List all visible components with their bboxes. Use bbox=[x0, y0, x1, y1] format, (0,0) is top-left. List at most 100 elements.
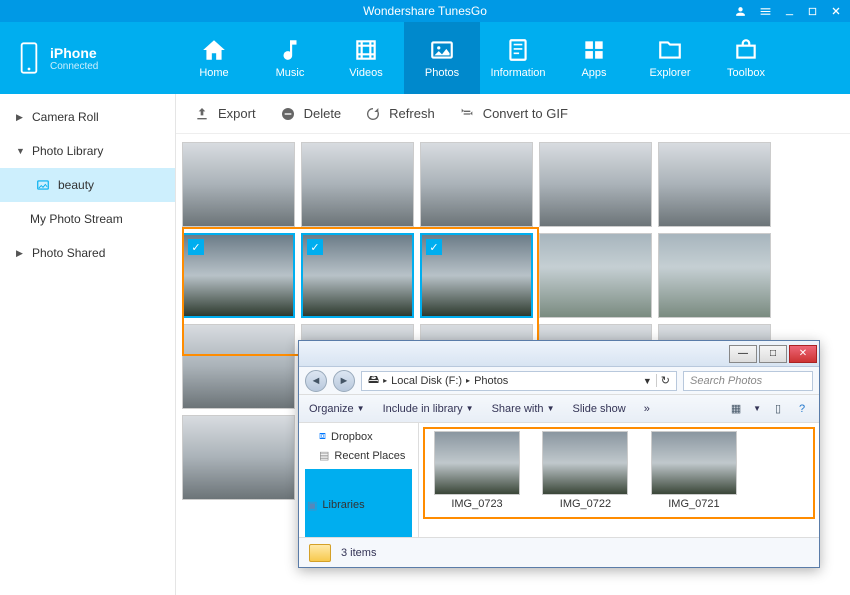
sidebar-label: Photo Shared bbox=[32, 246, 105, 260]
nav-label: Videos bbox=[349, 67, 382, 79]
photo-thumb[interactable] bbox=[420, 142, 533, 227]
header-nav: iPhone Connected Home Music Videos Photo… bbox=[0, 22, 850, 94]
explorer-address-bar: ◄ ► 🖴 ▸ Local Disk (F:) ▸ Photos ▼ ↻ Sea… bbox=[299, 367, 819, 395]
path-segment[interactable]: Photos bbox=[474, 375, 508, 387]
explorer-files: IMG_0723 IMG_0722 IMG_0721 bbox=[419, 423, 819, 537]
view-icon[interactable]: ▦ bbox=[729, 402, 743, 416]
device-panel[interactable]: iPhone Connected bbox=[0, 22, 176, 94]
slideshow-button[interactable]: Slide show bbox=[572, 403, 625, 415]
nav-label: Photos bbox=[425, 67, 459, 79]
refresh-button[interactable]: Refresh bbox=[365, 106, 435, 122]
sidebar-photo-shared[interactable]: ▶ Photo Shared bbox=[0, 236, 175, 270]
path-segment[interactable]: Local Disk (F:) bbox=[391, 375, 462, 387]
nav-information[interactable]: Information bbox=[480, 22, 556, 94]
nav-photos[interactable]: Photos bbox=[404, 22, 480, 94]
photo-thumb[interactable] bbox=[539, 142, 652, 227]
explorer-search[interactable]: Search Photos bbox=[683, 371, 813, 391]
nav-videos[interactable]: Videos bbox=[328, 22, 404, 94]
status-text: 3 items bbox=[341, 547, 376, 559]
app-titlebar: Wondershare TunesGo bbox=[0, 0, 850, 22]
nav-music[interactable]: Music bbox=[252, 22, 328, 94]
device-status: Connected bbox=[50, 61, 98, 72]
more-button[interactable]: » bbox=[644, 403, 650, 415]
convert-gif-button[interactable]: Convert to GIF bbox=[459, 106, 568, 122]
refresh-icon[interactable]: ↻ bbox=[656, 374, 670, 387]
maximize-button[interactable] bbox=[807, 6, 818, 17]
btn-label: Delete bbox=[304, 106, 342, 121]
tree-libraries[interactable]: ▣Libraries bbox=[305, 469, 412, 537]
forward-button[interactable]: ► bbox=[333, 370, 355, 392]
nav-toolbox[interactable]: Toolbox bbox=[708, 22, 784, 94]
tree-recent[interactable]: ▤Recent Places bbox=[305, 446, 412, 465]
sidebar-label: My Photo Stream bbox=[30, 212, 123, 226]
photo-thumb[interactable] bbox=[182, 415, 295, 500]
help-icon[interactable]: ? bbox=[795, 402, 809, 416]
minimize-button[interactable] bbox=[784, 6, 795, 17]
photo-thumb[interactable] bbox=[182, 142, 295, 227]
check-icon bbox=[307, 239, 323, 255]
folder-icon bbox=[309, 544, 331, 562]
sidebar: ▶ Camera Roll ▼Photo Library beauty My Ph… bbox=[0, 94, 176, 595]
nav-label: Information bbox=[490, 67, 545, 79]
chevron-down-icon[interactable]: ▼ bbox=[643, 376, 652, 386]
photo-thumb[interactable] bbox=[182, 324, 295, 409]
photo-thumb[interactable] bbox=[658, 233, 771, 318]
photo-thumb-selected[interactable] bbox=[301, 233, 414, 318]
explorer-statusbar: 3 items bbox=[299, 537, 819, 567]
nav-label: Home bbox=[199, 67, 228, 79]
nav-explorer[interactable]: Explorer bbox=[632, 22, 708, 94]
sidebar-my-stream[interactable]: My Photo Stream bbox=[0, 202, 175, 236]
close-button[interactable] bbox=[830, 5, 842, 17]
delete-button[interactable]: Delete bbox=[280, 106, 342, 122]
explorer-titlebar[interactable]: — □ ✕ bbox=[299, 341, 819, 367]
sidebar-label: Photo Library bbox=[32, 144, 103, 158]
organize-menu[interactable]: Organize▼ bbox=[309, 403, 365, 415]
content-toolbar: Export Delete Refresh Convert to GIF bbox=[176, 94, 850, 134]
nav-label: Toolbox bbox=[727, 67, 765, 79]
photo-thumb[interactable] bbox=[658, 142, 771, 227]
tree-dropbox[interactable]: ⧈Dropbox bbox=[305, 427, 412, 446]
btn-label: Refresh bbox=[389, 106, 435, 121]
nav-label: Apps bbox=[581, 67, 606, 79]
chevron-right-icon: ▶ bbox=[16, 248, 24, 259]
chevron-right-icon: ▶ bbox=[16, 112, 24, 123]
user-icon[interactable] bbox=[734, 5, 747, 18]
share-menu[interactable]: Share with▼ bbox=[492, 403, 555, 415]
nav-home[interactable]: Home bbox=[176, 22, 252, 94]
photo-thumb[interactable] bbox=[301, 142, 414, 227]
explorer-close[interactable]: ✕ bbox=[789, 345, 817, 363]
check-icon bbox=[188, 239, 204, 255]
photo-thumb-selected[interactable] bbox=[420, 233, 533, 318]
export-button[interactable]: Export bbox=[194, 106, 256, 122]
app-title: Wondershare TunesGo bbox=[363, 4, 487, 18]
explorer-tree: ⧈Dropbox ▤Recent Places ▣Libraries ▢Docu… bbox=[299, 423, 419, 537]
sidebar-label: Camera Roll bbox=[32, 110, 99, 124]
file-selection-highlight bbox=[423, 427, 815, 519]
explorer-toolbar: Organize▼ Include in library▼ Share with… bbox=[299, 395, 819, 423]
explorer-maximize[interactable]: □ bbox=[759, 345, 787, 363]
back-button[interactable]: ◄ bbox=[305, 370, 327, 392]
library-icon: ▣ bbox=[307, 499, 317, 512]
btn-label: Convert to GIF bbox=[483, 106, 568, 121]
path-breadcrumb[interactable]: 🖴 ▸ Local Disk (F:) ▸ Photos ▼ ↻ bbox=[361, 371, 677, 391]
menu-icon[interactable] bbox=[759, 5, 772, 18]
nav-apps[interactable]: Apps bbox=[556, 22, 632, 94]
check-icon bbox=[426, 239, 442, 255]
explorer-window: — □ ✕ ◄ ► 🖴 ▸ Local Disk (F:) ▸ Photos ▼… bbox=[298, 340, 820, 568]
nav-tabs: Home Music Videos Photos Information App… bbox=[176, 22, 850, 94]
sidebar-album-beauty[interactable]: beauty bbox=[0, 168, 175, 202]
drive-icon: 🖴 bbox=[368, 371, 379, 390]
sidebar-photo-library[interactable]: ▼Photo Library bbox=[0, 134, 175, 168]
photo-thumb-selected[interactable] bbox=[182, 233, 295, 318]
explorer-minimize[interactable]: — bbox=[729, 345, 757, 363]
explorer-body: ⧈Dropbox ▤Recent Places ▣Libraries ▢Docu… bbox=[299, 423, 819, 537]
preview-pane-icon[interactable]: ▯ bbox=[771, 402, 785, 416]
dropbox-icon: ⧈ bbox=[319, 430, 326, 443]
device-name: iPhone bbox=[50, 45, 98, 61]
include-library-menu[interactable]: Include in library▼ bbox=[383, 403, 474, 415]
phone-icon bbox=[18, 41, 40, 75]
nav-label: Explorer bbox=[650, 67, 691, 79]
sidebar-camera-roll[interactable]: ▶ Camera Roll bbox=[0, 100, 175, 134]
photo-thumb[interactable] bbox=[539, 233, 652, 318]
btn-label: Export bbox=[218, 106, 256, 121]
